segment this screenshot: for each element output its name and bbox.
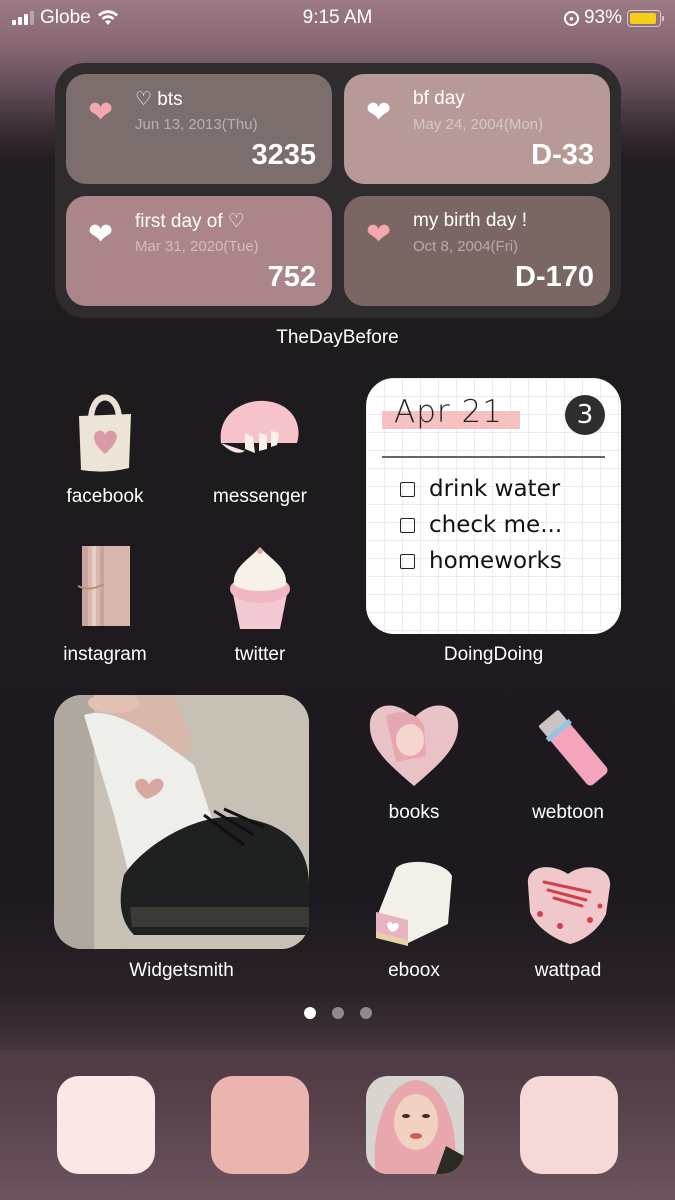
app-wattpad[interactable]	[518, 852, 618, 952]
app-instagram[interactable]	[55, 535, 155, 635]
todo-item-text: check me...	[429, 512, 563, 538]
app-label-books: books	[388, 802, 440, 823]
dock-app-3[interactable]	[366, 1076, 464, 1174]
thedaybefore-widget[interactable]: ❤ ♡ bts Jun 13, 2013(Thu) 3235 ❤ bf day …	[55, 63, 621, 318]
app-twitter[interactable]	[210, 535, 310, 635]
dday-card[interactable]: ❤ first day of ♡ Mar 31, 2020(Tue) 752	[66, 196, 332, 306]
app-label-webtoon: webtoon	[532, 802, 604, 823]
dock-app-1[interactable]	[57, 1076, 155, 1174]
app-eboox[interactable]	[364, 852, 464, 952]
tote-bag-icon	[79, 394, 131, 472]
mochi-icon	[220, 400, 299, 453]
dock-app-4[interactable]	[520, 1076, 618, 1174]
app-label-wattpad: wattpad	[534, 960, 602, 981]
widgetsmith-photo-widget[interactable]	[54, 695, 309, 949]
dock-app-2[interactable]	[211, 1076, 309, 1174]
app-label-facebook: facebook	[66, 486, 144, 507]
app-facebook[interactable]	[55, 378, 155, 478]
dday-title: bf day	[413, 88, 465, 109]
todo-item[interactable]: drink water	[400, 476, 560, 502]
page-dot[interactable]	[359, 1007, 372, 1019]
page-indicator[interactable]	[0, 1007, 675, 1019]
dday-title: my birth day !	[413, 210, 528, 231]
cake-roll-icon	[376, 861, 452, 946]
todo-date: Apr 21	[394, 394, 503, 430]
lighter-icon	[539, 710, 608, 786]
doingdoing-widget[interactable]: Apr 21 3 drink water check me... homewor…	[366, 378, 621, 634]
dday-count: 3235	[251, 139, 316, 171]
app-books[interactable]	[364, 693, 464, 793]
status-right: ● 93%	[563, 7, 664, 29]
todo-item-text: homeworks	[429, 548, 562, 574]
dday-date: Mar 31, 2020(Tue)	[135, 238, 259, 255]
dday-title: first day of ♡	[135, 211, 245, 232]
app-label-eboox: eboox	[388, 960, 440, 981]
widget-label-doingdoing: DoingDoing	[443, 644, 544, 665]
app-webtoon[interactable]	[518, 693, 618, 793]
dday-count: 752	[267, 261, 316, 293]
checkbox[interactable]	[400, 517, 415, 533]
dday-count: D-33	[531, 139, 594, 171]
photo-sock-shoe	[54, 695, 309, 949]
battery-fill	[630, 12, 657, 24]
dday-title: ♡ bts	[135, 89, 183, 110]
checkbox[interactable]	[400, 553, 415, 569]
checkbox[interactable]	[400, 481, 415, 497]
page-dot[interactable]	[331, 1007, 344, 1019]
dday-date: May 24, 2004(Mon)	[413, 116, 544, 133]
heart-icon: ❤	[88, 96, 114, 129]
dday-count: D-170	[515, 261, 594, 293]
orientation-lock-icon: ●	[563, 10, 579, 26]
page-dot[interactable]	[303, 1007, 316, 1019]
todo-item[interactable]: homeworks	[400, 548, 562, 574]
heart-photo-icon	[369, 705, 459, 786]
portrait-photo-icon	[366, 1076, 464, 1174]
dday-card[interactable]: ❤ bf day May 24, 2004(Mon) D-33	[344, 74, 610, 184]
widget-label-thedaybefore: TheDayBefore	[276, 327, 399, 348]
heart-icon: ❤	[366, 218, 392, 251]
heart-cake-icon	[527, 867, 611, 944]
divider	[382, 456, 605, 458]
dock	[0, 1050, 675, 1200]
dday-date: Jun 13, 2013(Thu)	[135, 116, 258, 133]
heart-icon: ❤	[366, 96, 392, 129]
cupcake-icon	[230, 547, 290, 629]
dday-card[interactable]: ❤ my birth day ! Oct 8, 2004(Fri) D-170	[344, 196, 610, 306]
heart-icon: ❤	[88, 218, 114, 251]
app-label-instagram: instagram	[63, 644, 147, 665]
app-label-twitter: twitter	[234, 644, 286, 665]
dday-date: Oct 8, 2004(Fri)	[413, 238, 519, 255]
app-messenger[interactable]	[210, 378, 310, 478]
battery-icon	[627, 9, 664, 27]
status-bar: Globe 9:15 AM ● 93%	[0, 0, 675, 36]
todo-item-text: drink water	[429, 476, 561, 502]
pink-books-icon	[77, 546, 130, 626]
battery-percent: 93%	[583, 7, 622, 28]
app-label-messenger: messenger	[213, 486, 307, 507]
todo-count-badge: 3	[565, 395, 605, 435]
todo-item[interactable]: check me...	[400, 512, 562, 538]
widget-label-widgetsmith: Widgetsmith	[129, 960, 234, 981]
dday-card[interactable]: ❤ ♡ bts Jun 13, 2013(Thu) 3235	[66, 74, 332, 184]
